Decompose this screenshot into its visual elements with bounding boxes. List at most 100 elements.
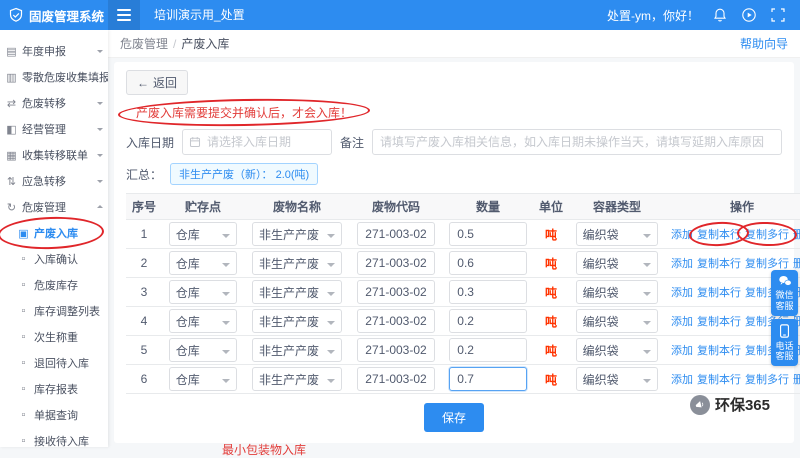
date-label: 入库日期 [126, 135, 175, 150]
sidebar-item-scattered-hazwaste-report[interactable]: ▥ 零散危废收集填报 [0, 64, 108, 90]
copy-row-link[interactable]: 复制本行 [697, 229, 741, 241]
sidebar-item-operation-management[interactable]: ◧ 经营管理 [0, 116, 108, 142]
hazwaste-management-icon: ↻ [6, 201, 17, 214]
delete-link[interactable]: 删除 [793, 374, 800, 386]
user-greeting: 处置-ym，你好！ [607, 8, 699, 23]
quantity-input[interactable] [449, 280, 527, 304]
sidebar-item-receive-pending-inbound[interactable]: ▫ 接收待入库 [0, 428, 108, 447]
waste-code-input[interactable] [357, 251, 435, 275]
unit-label: 吨 [544, 285, 557, 300]
add-link[interactable]: 添加 [671, 258, 693, 270]
sidebar-item-secondary-weighing[interactable]: ▫ 次生称重 [0, 324, 108, 350]
quantity-input[interactable] [449, 367, 527, 391]
storage-select[interactable]: 仓库 [168, 367, 238, 391]
sidebar-item-return-pending-inbound[interactable]: ▫ 退回待入库 [0, 350, 108, 376]
add-link[interactable]: 添加 [671, 229, 693, 241]
app-title: 固废管理系统 [29, 9, 105, 24]
add-link[interactable]: 添加 [671, 345, 693, 357]
back-button[interactable]: ← 返回 [126, 70, 189, 95]
waste-name-select[interactable]: 非生产产废 [252, 251, 342, 275]
megaphone-icon [689, 394, 710, 415]
copy-multi-link[interactable]: 复制多行 [745, 258, 789, 270]
sidebar-item-document-query[interactable]: ▫ 单据查询 [0, 402, 108, 428]
add-link[interactable]: 添加 [671, 374, 693, 386]
waste-code-input[interactable] [357, 338, 435, 362]
table-row: 6 仓库 非生产产废 吨 编织袋 添加复制本行复制多行删除 [126, 364, 800, 394]
copy-row-link[interactable]: 复制本行 [697, 287, 741, 299]
column-header-storage: 贮存点 [162, 193, 244, 220]
note-input[interactable] [372, 129, 782, 155]
sidebar-item-emergency-transfer[interactable]: ⇅ 应急转移 [0, 168, 108, 194]
waste-name-select[interactable]: 非生产产废 [252, 309, 342, 333]
app-logo-icon [9, 7, 23, 22]
video-help-icon[interactable] [741, 7, 757, 23]
container-select[interactable]: 编织袋 [575, 222, 659, 246]
chevron-down-icon [97, 154, 103, 160]
chevron-down-icon [222, 320, 231, 329]
waste-code-input[interactable] [357, 367, 435, 391]
delete-link[interactable]: 删除 [793, 258, 800, 270]
sidebar-item-waste-inbound[interactable]: ▣ 产废入库 [0, 215, 108, 251]
container-select[interactable]: 编织袋 [575, 309, 659, 333]
inbound-date-input[interactable] [182, 129, 333, 155]
container-select[interactable]: 编织袋 [575, 251, 659, 275]
sidebar-item-hazwaste-transfer[interactable]: ⇄ 危废转移 [0, 90, 108, 116]
quantity-input[interactable] [449, 338, 527, 362]
waste-name-select[interactable]: 非生产产废 [252, 338, 342, 362]
save-button[interactable]: 保存 [423, 403, 484, 432]
chevron-down-icon [327, 291, 335, 300]
chevron-down-icon [222, 291, 231, 300]
container-select[interactable]: 编织袋 [575, 367, 659, 391]
copy-row-link[interactable]: 复制本行 [697, 345, 741, 357]
add-link[interactable]: 添加 [671, 316, 693, 328]
wechat-service-button[interactable]: 微信客服 [771, 270, 798, 316]
quantity-input[interactable] [449, 222, 527, 246]
sidebar-item-hazwaste-inventory[interactable]: ▫ 危废库存 [0, 272, 108, 298]
phone-service-button[interactable]: 电话客服 [771, 318, 798, 367]
copy-row-link[interactable]: 复制本行 [697, 316, 741, 328]
copy-row-link[interactable]: 复制本行 [697, 258, 741, 270]
sidebar-item-inventory-adjust-list[interactable]: ▫ 库存调整列表 [0, 298, 108, 324]
copy-row-link[interactable]: 复制本行 [697, 374, 741, 386]
storage-select[interactable]: 仓库 [168, 280, 238, 304]
breadcrumb-parent[interactable]: 危废管理 [120, 35, 168, 52]
chevron-down-icon [643, 378, 652, 387]
quantity-input[interactable] [449, 251, 527, 275]
sidebar-item-annual-declaration[interactable]: ▤ 年度申报 [0, 38, 108, 64]
storage-select[interactable]: 仓库 [168, 309, 238, 333]
container-select[interactable]: 编织袋 [575, 280, 659, 304]
waste-code-input[interactable] [357, 222, 435, 246]
fullscreen-icon[interactable] [770, 7, 786, 23]
help-guide-link[interactable]: 帮助向导 [740, 35, 788, 52]
waste-name-select[interactable]: 非生产产废 [252, 280, 342, 304]
row-number: 2 [140, 256, 148, 270]
table-row: 5 仓库 非生产产废 吨 编织袋 添加复制本行复制多行删除 [126, 335, 800, 365]
bell-icon[interactable] [712, 7, 728, 23]
sidebar-item-inventory-report[interactable]: ▫ 库存报表 [0, 376, 108, 402]
waste-name-select[interactable]: 非生产产废 [252, 222, 342, 246]
container-select[interactable]: 编织袋 [575, 338, 659, 362]
waste-name-select[interactable]: 非生产产废 [252, 367, 342, 391]
back-arrow-icon: ← [137, 75, 149, 90]
waste-code-input[interactable] [357, 309, 435, 333]
sidebar-item-hazwaste-management[interactable]: ↻ 危废管理 [0, 194, 108, 220]
waste-code-input[interactable] [357, 280, 435, 304]
sidebar-item-collection-transfer-manifest[interactable]: ▦ 收集转移联单 [0, 142, 108, 168]
delete-link[interactable]: 删除 [793, 229, 800, 241]
storage-select[interactable]: 仓库 [168, 251, 238, 275]
storage-select[interactable]: 仓库 [168, 222, 238, 246]
menu-toggle-button[interactable] [108, 0, 140, 30]
add-link[interactable]: 添加 [671, 287, 693, 299]
sidebar: ▤ 年度申报 ▥ 零散危废收集填报 ⇄ 危废转移 ◧ 经营管理 ▦ 收集转移联单… [0, 30, 108, 447]
workspace-tab[interactable]: 培训演示用_处置 [140, 0, 259, 30]
sidebar-item-inbound-confirm[interactable]: ▫ 入库确认 [0, 246, 108, 272]
row-number: 3 [140, 285, 148, 299]
copy-multi-link[interactable]: 复制多行 [745, 374, 789, 386]
chevron-down-icon [97, 50, 103, 56]
quantity-input[interactable] [449, 309, 527, 333]
row-number: 6 [140, 372, 148, 386]
breadcrumb-current: 产废入库 [181, 37, 230, 51]
column-header-waste-name: 废物名称 [244, 193, 350, 220]
copy-multi-link[interactable]: 复制多行 [745, 229, 789, 241]
storage-select[interactable]: 仓库 [168, 338, 238, 362]
